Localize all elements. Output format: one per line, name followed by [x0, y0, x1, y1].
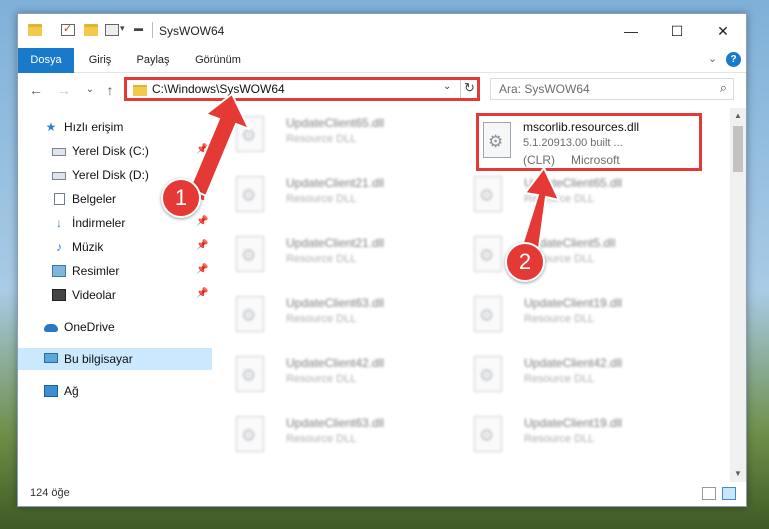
step-1-callout: 1	[161, 178, 201, 218]
annotation-arrows	[188, 92, 561, 257]
arrow-to-address-bar	[188, 92, 252, 198]
step-2-callout: 2	[505, 242, 545, 282]
